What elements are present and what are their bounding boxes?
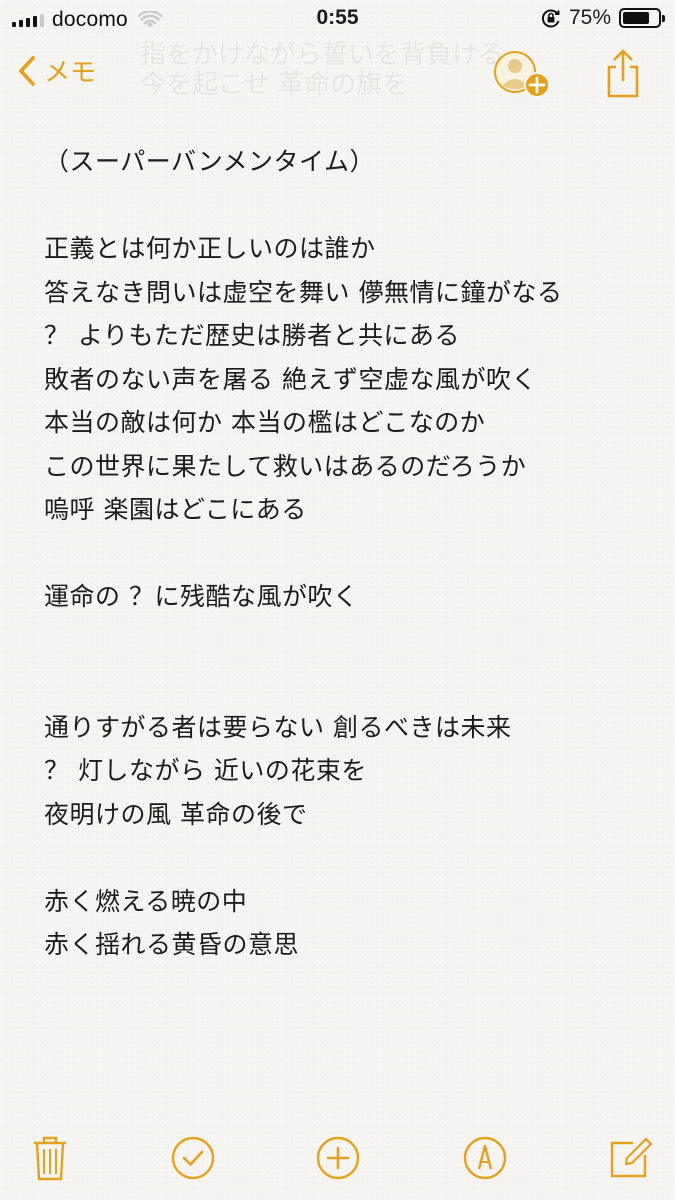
compose-icon — [610, 1137, 653, 1178]
chevron-left-icon — [19, 55, 35, 86]
back-button-label: メモ — [44, 58, 97, 88]
share-button[interactable] — [603, 48, 643, 100]
note-line: （スーパーバンメンタイム） — [44, 147, 376, 176]
battery-level — [623, 12, 649, 24]
compose-button[interactable] — [605, 1130, 655, 1186]
add-button[interactable] — [313, 1130, 363, 1186]
ghost-line: 今を起こせ 革命の旗を — [140, 70, 409, 100]
note-line: 嗚呼 楽園はどこにある — [44, 495, 307, 524]
note-line: 通りすがる者は要らない 創るべきは未来 — [44, 712, 512, 742]
note-line: 正義とは何か正しいのは誰か — [44, 234, 376, 263]
markup-button[interactable] — [460, 1130, 510, 1186]
note-line: ？ よりもただ歴史は勝者と共にある — [44, 321, 460, 350]
share-icon — [607, 49, 639, 98]
battery-percent: 75% — [568, 6, 611, 29]
add-icon — [316, 1136, 360, 1180]
note-line — [44, 619, 654, 663]
note-line: 夜明けの風 革命の後で — [44, 799, 308, 829]
bottom-toolbar — [0, 1130, 675, 1190]
ghost-line: 指をかけながら誓いを背負ける — [140, 40, 505, 70]
checklist-button[interactable] — [168, 1130, 218, 1186]
navigation-bar: 指をかけながら誓いを背負ける 今を起こせ 革命の旗を メモ — [0, 40, 675, 110]
note-line: 答えなき問いは虚空を舞い 儚無情に鐘がなる — [44, 277, 563, 307]
trash-icon — [34, 1136, 66, 1181]
ghost-text: 指をかけながら誓いを背負ける 今を起こせ 革命の旗を — [140, 40, 520, 110]
orientation-lock-icon — [541, 9, 560, 28]
note-line — [44, 532, 654, 576]
note-line: 運命の ？に残酷な風が吹く — [44, 582, 359, 611]
note-line: ？ 灯しながら 近いの花束を — [44, 756, 367, 785]
add-person-icon — [494, 51, 550, 98]
note-line — [44, 662, 654, 706]
status-bar: docomo 0:55 75% — [0, 0, 675, 40]
add-people-button[interactable] — [493, 50, 551, 100]
note-line: 本当の敵は何か 本当の檻はどこなのか — [44, 408, 486, 437]
note-line: 赤く揺れる黄昏の意思 — [44, 930, 300, 959]
delete-button[interactable] — [25, 1130, 75, 1186]
markup-icon — [463, 1136, 507, 1180]
checklist-icon — [171, 1136, 215, 1180]
note-line — [44, 184, 654, 228]
note-line — [44, 836, 654, 880]
battery-icon — [619, 8, 665, 28]
note-line: 赤く燃える暁の中 — [44, 886, 248, 916]
note-body[interactable]: （スーパーバンメンタイム） 正義とは何か正しいのは誰か答えなき問いは虚空を舞い 儚… — [44, 140, 654, 967]
back-button[interactable]: メモ — [18, 52, 96, 89]
status-right: 75% — [541, 6, 665, 30]
note-line: 敗者のない声を屠る 絶えず空虚な風が吹く — [44, 364, 537, 394]
note-line: この世界に果たして救いはあるのだろうか — [44, 451, 527, 481]
